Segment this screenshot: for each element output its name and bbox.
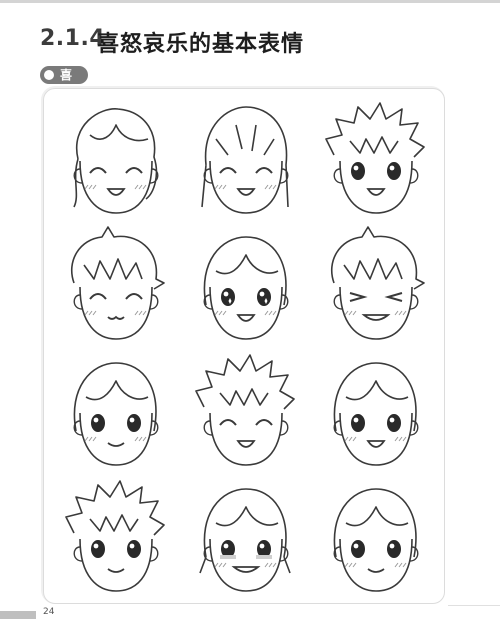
eye-right	[257, 288, 271, 306]
face-drawing	[50, 95, 180, 221]
face-drawing	[310, 95, 440, 221]
face-drawing	[50, 473, 180, 599]
hair	[65, 480, 165, 536]
face-drawing	[180, 347, 310, 473]
hair	[70, 226, 165, 290]
hair	[195, 354, 295, 410]
face-outline	[79, 538, 153, 592]
eye-right	[387, 540, 401, 558]
section-number: 2.1.4	[40, 26, 106, 51]
face-drawing	[180, 95, 310, 221]
eye-right	[127, 540, 141, 558]
eye-left	[351, 540, 365, 558]
tag-label: 喜	[60, 68, 73, 82]
page-number: 24	[43, 607, 55, 617]
eye-left	[91, 414, 105, 432]
face-drawing	[50, 221, 180, 347]
eye-left	[221, 288, 235, 306]
eye-right	[127, 414, 141, 432]
hair	[325, 102, 425, 158]
expression-tag: 喜	[40, 66, 88, 84]
face-drawing	[310, 221, 440, 347]
face-outline	[209, 412, 283, 466]
tag-dot-icon	[44, 70, 54, 80]
face-drawing	[50, 347, 180, 473]
eye-right	[387, 162, 401, 180]
book-page: 2.1.4 喜怒哀乐的基本表情 喜 24	[0, 0, 500, 633]
top-rule	[0, 0, 500, 3]
eye-right	[387, 414, 401, 432]
eye-left	[351, 414, 365, 432]
section-title: 喜怒哀乐的基本表情	[97, 32, 305, 57]
panel-bottom-edge	[448, 605, 500, 606]
face-outline	[339, 160, 413, 214]
eye-left	[91, 540, 105, 558]
hair	[330, 226, 425, 290]
eye-left	[351, 162, 365, 180]
face-drawing	[310, 347, 440, 473]
footer-bar	[0, 611, 36, 619]
face-grid	[50, 95, 440, 600]
face-drawing	[180, 221, 310, 347]
face-drawing	[180, 473, 310, 599]
face-drawing	[310, 473, 440, 599]
